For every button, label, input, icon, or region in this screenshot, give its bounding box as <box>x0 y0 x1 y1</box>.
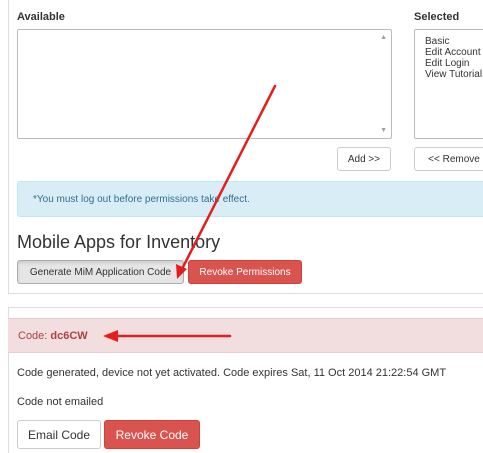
annotation-arrows <box>103 84 277 342</box>
arrow-to-generate-button <box>176 84 277 279</box>
arrow-to-code-value <box>103 330 232 342</box>
